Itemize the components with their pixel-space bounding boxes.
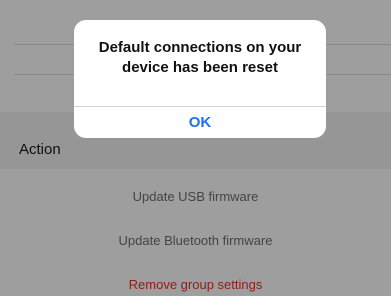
alert-message: Default connections on your device has b…	[98, 39, 302, 76]
reset-alert-dialog: Default connections on your device has b…	[74, 20, 326, 138]
ok-button[interactable]: OK	[74, 107, 326, 138]
